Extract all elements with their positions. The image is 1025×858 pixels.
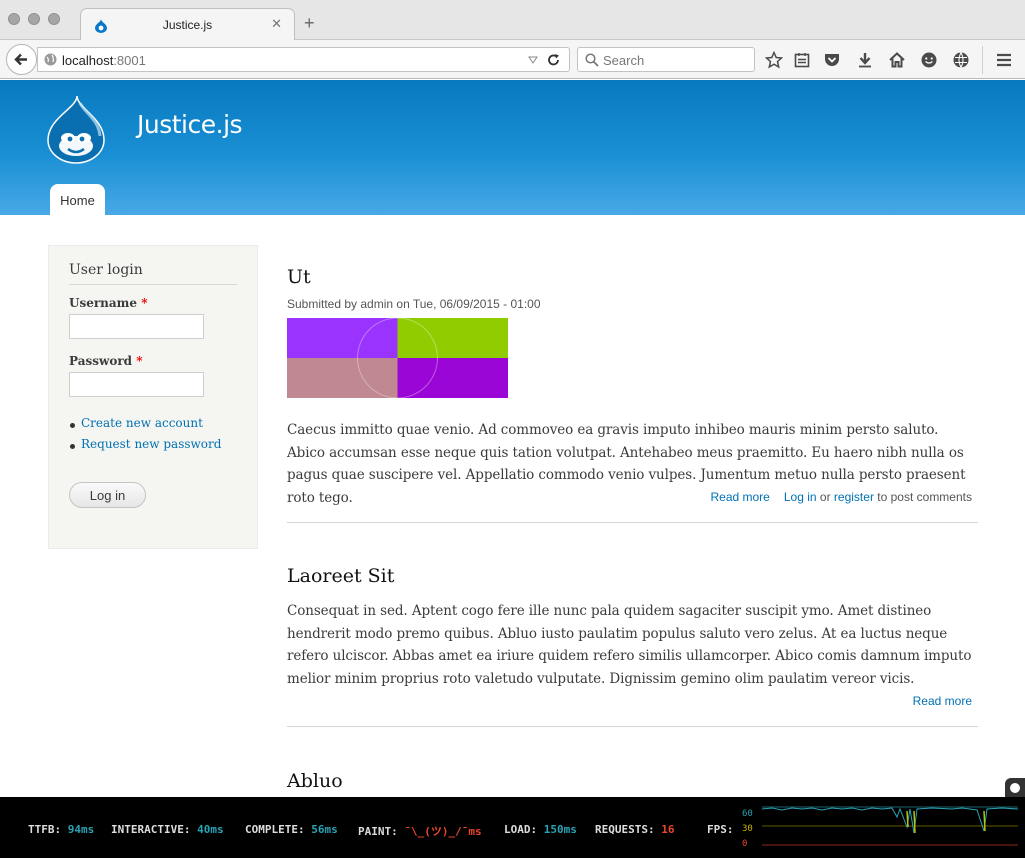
perf-bar-toggle[interactable]	[1005, 778, 1025, 798]
download-icon[interactable]	[856, 51, 874, 69]
back-arrow-icon	[14, 53, 27, 66]
search-input[interactable]	[603, 51, 748, 69]
article-body: Consequat in sed. Aptent cogo fere ille …	[287, 603, 972, 687]
fps-axis-label: 60	[742, 809, 753, 819]
browser-titlebar: Justice.js ✕ +	[0, 0, 1025, 41]
article-divider	[287, 726, 978, 727]
nav-tab-home[interactable]: Home	[50, 184, 105, 215]
block-title: User login	[69, 262, 237, 285]
read-more-link[interactable]: Read more	[710, 490, 769, 504]
article-title[interactable]: Ut	[287, 266, 311, 288]
drupal-logo-icon[interactable]	[44, 94, 108, 164]
username-field[interactable]	[69, 314, 204, 339]
home-icon[interactable]	[888, 51, 906, 69]
url-history-dropdown-icon[interactable]	[527, 54, 539, 66]
zoom-window-button[interactable]	[48, 13, 60, 25]
browser-tab[interactable]: Justice.js ✕	[80, 8, 295, 41]
article-image	[287, 318, 508, 398]
reading-list-icon[interactable]	[793, 51, 811, 69]
hello-chat-icon[interactable]	[920, 51, 938, 69]
performance-bar: TTFB: 94ms INTERACTIVE: 40ms COMPLETE: 5…	[0, 797, 1025, 858]
search-bar[interactable]	[577, 47, 755, 72]
perf-ttfb: TTFB: 94ms	[28, 823, 95, 836]
perf-fps-label: FPS:	[707, 823, 734, 836]
fps-graph	[762, 806, 1018, 846]
read-more-link[interactable]: Read more	[913, 694, 972, 708]
article-title[interactable]: Abluo	[287, 770, 343, 792]
required-marker: *	[136, 354, 143, 368]
site-name[interactable]: Justice.js	[137, 110, 243, 139]
register-link[interactable]: register	[834, 490, 874, 504]
submitted-info: Submitted by admin on Tue, 06/09/2015 - …	[287, 297, 541, 311]
request-password-link[interactable]: Request new password	[69, 437, 221, 458]
url-bar[interactable]: localhost:8001	[37, 47, 570, 72]
globe-icon	[44, 53, 57, 66]
article-links: Read more	[913, 694, 972, 708]
user-login-block: User login Username * Password * Create …	[48, 245, 258, 549]
new-tab-button[interactable]: +	[304, 14, 315, 32]
username-label: Username *	[69, 296, 148, 310]
browser-navbar: localhost:8001	[0, 40, 1025, 79]
back-button[interactable]	[6, 44, 37, 75]
required-marker: *	[141, 296, 148, 310]
fps-axis-label: 30	[742, 824, 753, 834]
log-in-link[interactable]: Log in	[784, 490, 817, 504]
reload-icon[interactable]	[547, 53, 561, 67]
minimize-window-button[interactable]	[28, 13, 40, 25]
extension-globe-icon[interactable]	[952, 51, 970, 69]
perf-requests: REQUESTS: 16	[595, 823, 675, 836]
perf-load: LOAD: 150ms	[504, 823, 577, 836]
article-links: Read more Log in or register to post comm…	[710, 490, 972, 504]
perf-paint: PAINT: ¯\_(ツ)_/¯ms	[358, 825, 482, 838]
hamburger-menu-icon[interactable]	[995, 51, 1013, 69]
login-links: Create new account Request new password	[69, 416, 221, 458]
toolbar-separator	[982, 46, 983, 74]
close-window-button[interactable]	[8, 13, 20, 25]
fps-axis-label: 0	[742, 839, 748, 849]
tab-title: Justice.js	[162, 18, 213, 32]
password-label: Password *	[69, 354, 143, 368]
article-title[interactable]: Laoreet Sit	[287, 565, 394, 587]
tab-close-icon[interactable]: ✕	[271, 16, 282, 32]
article-divider	[287, 522, 978, 523]
perf-complete: COMPLETE: 56ms	[245, 823, 338, 836]
site-header: Justice.js Home	[0, 80, 1025, 215]
url-text: localhost:8001	[62, 53, 146, 68]
pocket-icon[interactable]	[823, 51, 841, 69]
bookmark-star-icon[interactable]	[765, 51, 783, 69]
search-icon	[585, 53, 599, 67]
create-account-link[interactable]: Create new account	[69, 416, 221, 437]
password-field[interactable]	[69, 372, 204, 397]
log-in-button[interactable]: Log in	[69, 482, 146, 508]
perf-interactive: INTERACTIVE: 40ms	[111, 823, 224, 836]
